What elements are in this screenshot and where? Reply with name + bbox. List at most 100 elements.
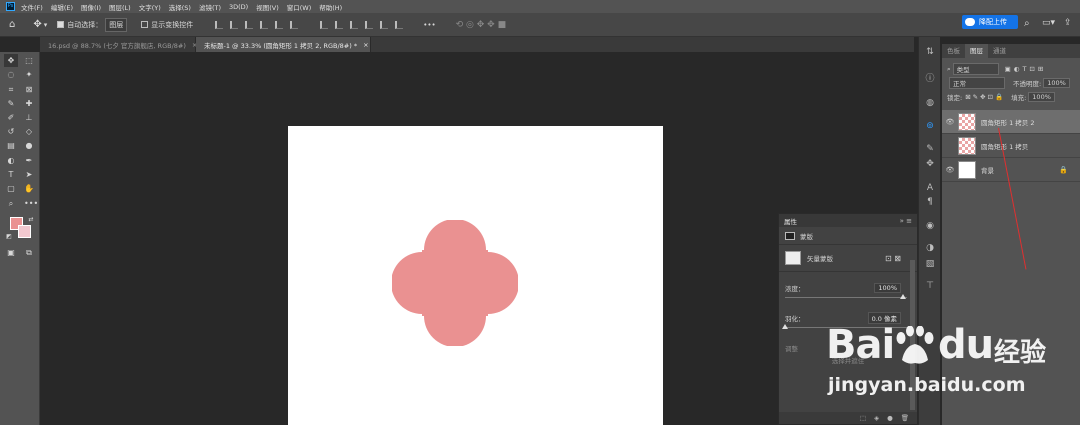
path-selection-tool-icon[interactable]: ➤	[24, 170, 34, 179]
workspace-icon[interactable]: ▭▾	[1042, 18, 1055, 28]
layer-row[interactable]: 👁 圆角矩形 1 拷贝 2	[942, 110, 1080, 134]
auto-select-checkbox[interactable]: 自动选择：	[57, 20, 102, 30]
document-canvas[interactable]	[288, 126, 663, 425]
layer-name[interactable]: 圆角矩形 1 拷贝 2	[981, 117, 1034, 127]
distribute-right-icon[interactable]	[395, 20, 404, 29]
type-tool-icon[interactable]: T	[6, 170, 16, 179]
lasso-tool-icon[interactable]: ◌	[6, 70, 16, 79]
share-icon[interactable]: ⇪	[1064, 18, 1072, 28]
layer-name[interactable]: 背景	[981, 165, 994, 175]
blur-tool-icon[interactable]: ●	[24, 141, 34, 150]
healing-brush-tool-icon[interactable]: ✚	[24, 99, 34, 108]
history-brush-tool-icon[interactable]: ↺	[6, 127, 16, 136]
search-icon[interactable]: ⌕	[1024, 18, 1030, 29]
marquee-tool-icon[interactable]: ⬚	[24, 56, 34, 65]
filter-icons[interactable]: ▣◐T⊡⊞	[1005, 65, 1047, 73]
panel-menu-icon[interactable]: » ≡	[900, 217, 912, 225]
distribute-middle-icon[interactable]	[335, 20, 344, 29]
swap-colors-icon[interactable]: ⇄	[26, 215, 36, 224]
distribute-left-icon[interactable]	[365, 20, 374, 29]
tab-untitled-1[interactable]: 未标题-1 @ 33.3% (圆角矩形 1 拷贝 2, RGB/8#) * ×	[196, 37, 371, 52]
distribute-center-icon[interactable]	[380, 20, 389, 29]
align-right-icon[interactable]	[245, 20, 254, 29]
density-slider[interactable]	[785, 294, 907, 299]
distribute-top-icon[interactable]	[320, 20, 329, 29]
screen-mode-icon[interactable]: ⧉	[24, 248, 34, 257]
tab-16-psd[interactable]: 16.psd @ 88.7% (七夕 官方旗舰店, RGB/8#) ×	[40, 37, 197, 52]
frame-tool-icon[interactable]: ⊠	[24, 85, 34, 94]
crop-tool-icon[interactable]: ⌗	[6, 85, 16, 94]
quick-mask-icon[interactable]: ▣	[6, 248, 16, 257]
properties-icon[interactable]: ⊚	[925, 121, 935, 131]
menu-layer[interactable]: 图层(L)	[109, 2, 131, 12]
background-color-swatch[interactable]	[18, 225, 31, 238]
tool-presets-icon[interactable]: ⊤	[925, 281, 935, 291]
mask-add-icons[interactable]: ⊡ ⊠	[885, 254, 901, 263]
distribute-bottom-icon[interactable]	[350, 20, 359, 29]
slider-handle[interactable]	[900, 294, 906, 299]
menu-image[interactable]: 图像(I)	[81, 2, 101, 12]
tab-layers[interactable]: 图层	[965, 44, 988, 58]
magic-wand-tool-icon[interactable]: ✦	[24, 70, 34, 79]
align-middle-icon[interactable]	[275, 20, 284, 29]
align-bottom-icon[interactable]	[290, 20, 299, 29]
menu-edit[interactable]: 编辑(E)	[51, 2, 73, 12]
paragraph-icon[interactable]: ¶	[925, 197, 935, 207]
layer-name[interactable]: 圆角矩形 1 拷贝	[981, 141, 1028, 151]
brush-settings-icon[interactable]: ✎	[925, 144, 935, 154]
align-left-icon[interactable]	[215, 20, 224, 29]
opacity-field[interactable]: 100%	[1043, 78, 1070, 88]
lock-icons[interactable]: ⊠✎✥⊡🔒	[965, 93, 1005, 101]
menu-help[interactable]: 帮助(H)	[319, 2, 342, 12]
more-tools-icon[interactable]: •••	[24, 199, 38, 208]
character-icon[interactable]: A	[925, 183, 935, 193]
eye-icon[interactable]: 👁	[942, 166, 958, 174]
move-tool-icon[interactable]: ✥	[33, 19, 41, 30]
shape-tool-icon[interactable]: ▢	[6, 184, 16, 193]
brush-tool-icon[interactable]: ✐	[6, 113, 16, 122]
fill-field[interactable]: 100%	[1028, 92, 1055, 102]
menu-window[interactable]: 窗口(W)	[287, 2, 312, 12]
layer-row[interactable]: 圆角矩形 1 拷贝	[942, 134, 1080, 158]
color-icon[interactable]: ◍	[925, 98, 935, 108]
swatches-icon[interactable]: ▧	[925, 259, 935, 269]
menu-file[interactable]: 文件(F)	[21, 2, 43, 12]
menu-select[interactable]: 选择(S)	[169, 2, 191, 12]
tab-swatches[interactable]: 色板	[942, 44, 965, 58]
eraser-tool-icon[interactable]: ◇	[24, 127, 34, 136]
blend-mode-dropdown[interactable]: 正常	[949, 77, 1005, 89]
3d-mode-icons[interactable]: ⟲ ◎ ✥ ✥ ■	[456, 20, 506, 30]
history-icon[interactable]: ⇅	[925, 47, 935, 57]
menu-view[interactable]: 视图(V)	[256, 2, 279, 12]
clone-stamp-tool-icon[interactable]: ⊥	[24, 113, 34, 122]
zoom-tool-icon[interactable]: ⌕	[6, 199, 16, 208]
info-icon[interactable]: ⓘ	[925, 74, 935, 84]
menu-filter[interactable]: 滤镜(T)	[199, 2, 221, 12]
align-top-icon[interactable]	[260, 20, 269, 29]
layer-row[interactable]: 👁 背景 🔒	[942, 158, 1080, 182]
adjustments-icon[interactable]: ◉	[925, 221, 935, 231]
more-options-button[interactable]: •••	[423, 21, 435, 29]
cloud-upload-button[interactable]: 降配上传	[962, 15, 1018, 29]
styles-icon[interactable]: ◑	[925, 243, 935, 253]
slider-handle[interactable]	[782, 324, 788, 329]
menu-3d[interactable]: 3D(D)	[229, 3, 248, 11]
eyedropper-tool-icon[interactable]: ✎	[6, 99, 16, 108]
menu-type[interactable]: 文字(Y)	[139, 2, 161, 12]
filter-kind-dropdown[interactable]: 类型	[952, 63, 999, 75]
dodge-tool-icon[interactable]: ◐	[6, 156, 16, 165]
gradient-tool-icon[interactable]: ▤	[6, 141, 16, 150]
density-field[interactable]: 100%	[874, 283, 901, 293]
pen-tool-icon[interactable]: ✒	[24, 156, 34, 165]
close-icon[interactable]: ×	[363, 41, 368, 49]
align-center-icon[interactable]	[230, 20, 239, 29]
transform-controls-checkbox[interactable]: 显示变换控件	[141, 20, 193, 30]
move-tool-icon[interactable]: ✥	[4, 54, 18, 67]
eye-icon[interactable]: 👁	[942, 118, 958, 126]
tab-channels[interactable]: 通道	[988, 44, 1011, 58]
rounded-rect-shape[interactable]	[392, 220, 518, 346]
auto-select-dropdown[interactable]: 图层	[105, 17, 128, 32]
chevron-down-icon[interactable]: ▾	[44, 21, 48, 29]
default-colors-icon[interactable]: ◩	[4, 232, 14, 241]
clone-source-icon[interactable]: ✥	[925, 159, 935, 169]
